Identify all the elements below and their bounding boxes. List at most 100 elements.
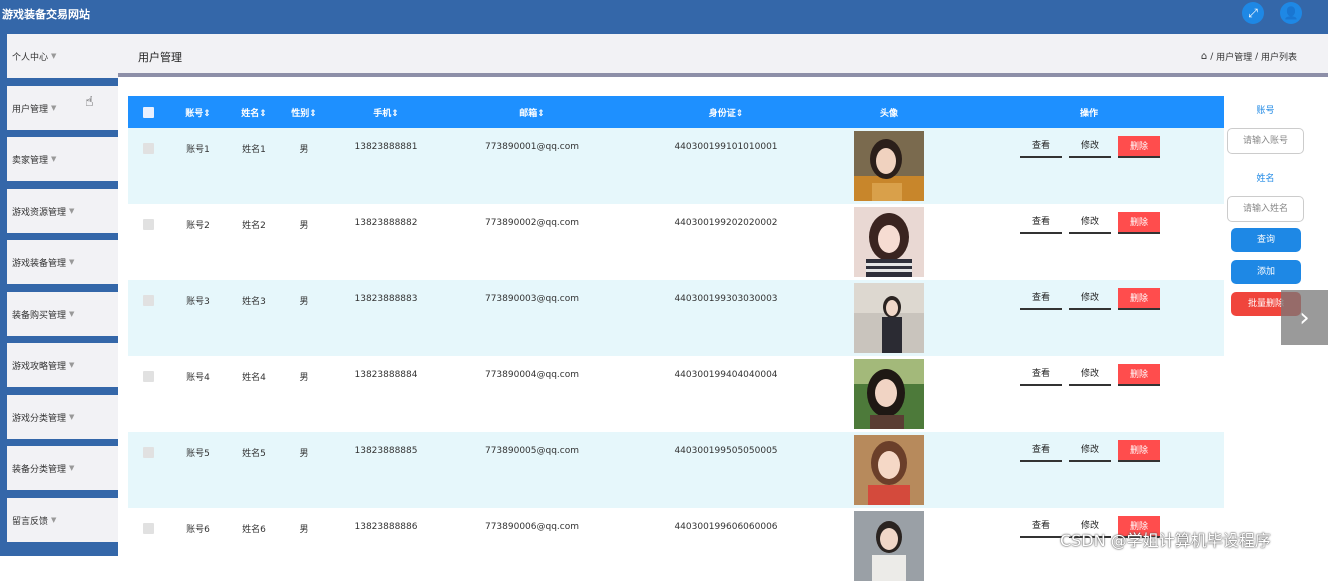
cell-account: 账号4 — [186, 373, 210, 383]
avatar-image — [854, 511, 924, 581]
table-row: 账号2 姓名2 男 13823888882 773890002@qq.com 4… — [128, 204, 1224, 280]
table-row: 账号4 姓名4 男 13823888884 773890004@qq.com 4… — [128, 356, 1224, 432]
caret-down-icon: ▼ — [51, 155, 57, 163]
row-checkbox[interactable] — [143, 523, 154, 534]
cell-phone: 13823888884 — [354, 370, 418, 380]
cell-gender: 男 — [299, 297, 309, 307]
header-divider — [118, 73, 1328, 77]
cell-idcard: 440300199404040004 — [674, 370, 778, 380]
cell-phone: 13823888886 — [354, 522, 418, 532]
sidebar-item-game-category[interactable]: 游戏分类管理 ▼ — [7, 395, 118, 439]
user-icon[interactable]: 👤 — [1280, 2, 1302, 24]
avatar-image — [854, 359, 924, 429]
sidebar-item-label: 游戏装备管理 — [12, 258, 67, 269]
query-button[interactable]: 查询 — [1231, 228, 1301, 252]
cell-email: 773890001@qq.com — [484, 142, 580, 152]
view-button[interactable]: 查看 — [1020, 366, 1062, 386]
delete-button[interactable]: 删除 — [1118, 136, 1160, 158]
cell-name: 姓名2 — [242, 221, 266, 231]
caret-down-icon: ▼ — [51, 516, 57, 524]
sidebar-item-game-equipment[interactable]: 游戏装备管理 ▼ — [7, 240, 118, 284]
cell-email: 773890005@qq.com — [484, 446, 580, 456]
view-button[interactable]: 查看 — [1020, 290, 1062, 310]
breadcrumb-sep: / — [1210, 51, 1214, 62]
breadcrumb-level1[interactable]: 用户管理 — [1216, 50, 1252, 63]
sidebar-item-label: 用户管理 — [12, 104, 49, 115]
sidebar-item-label: 个人中心 — [12, 52, 49, 63]
sidebar-item-equipment-purchase[interactable]: 装备购买管理 ▼ — [7, 292, 118, 336]
view-button[interactable]: 查看 — [1020, 214, 1062, 234]
cell-account: 账号1 — [186, 145, 210, 155]
column-header-phone[interactable]: 手机⇕ — [366, 106, 406, 119]
name-label: 姓名 — [1256, 174, 1275, 184]
table-header: 账号⇕ 姓名⇕ 性别⇕ 手机⇕ 邮箱⇕ 身份证⇕ 头像 操作 — [128, 96, 1224, 128]
row-checkbox[interactable] — [143, 219, 154, 230]
sidebar-item-label: 装备分类管理 — [12, 464, 67, 475]
avatar-image — [854, 435, 924, 505]
edit-button[interactable]: 修改 — [1069, 366, 1111, 386]
breadcrumb: ⌂ / 用户管理 / 用户列表 — [1201, 50, 1297, 63]
delete-button[interactable]: 删除 — [1118, 440, 1160, 462]
chevron-right-icon[interactable]: › — [1281, 290, 1328, 345]
column-header-name[interactable]: 姓名⇕ — [236, 106, 272, 119]
account-label: 账号 — [1256, 106, 1275, 116]
delete-button[interactable]: 删除 — [1118, 364, 1160, 386]
avatar-image — [854, 283, 924, 353]
home-icon[interactable]: ⌂ — [1201, 51, 1207, 62]
sidebar-item-game-resource[interactable]: 游戏资源管理 ▼ — [7, 189, 118, 233]
view-button[interactable]: 查看 — [1020, 518, 1062, 538]
column-header-account[interactable]: 账号⇕ — [180, 106, 216, 119]
add-button[interactable]: 添加 — [1231, 260, 1301, 284]
caret-down-icon: ▼ — [51, 52, 57, 60]
view-button[interactable]: 查看 — [1020, 442, 1062, 462]
column-header-gender[interactable]: 性别⇕ — [286, 106, 322, 119]
sidebar-item-label: 游戏资源管理 — [12, 207, 67, 218]
row-checkbox[interactable] — [143, 143, 154, 154]
cell-gender: 男 — [299, 373, 309, 383]
select-all-checkbox[interactable] — [143, 107, 154, 118]
edit-button[interactable]: 修改 — [1069, 290, 1111, 310]
column-header-idcard[interactable]: 身份证⇕ — [700, 106, 752, 119]
sidebar-item-label: 游戏攻略管理 — [12, 361, 67, 372]
sidebar-item-feedback[interactable]: 留言反馈 ▼ — [7, 498, 118, 542]
edit-button[interactable]: 修改 — [1069, 214, 1111, 234]
row-checkbox[interactable] — [143, 295, 154, 306]
table-row: 账号1 姓名1 男 13823888881 773890001@qq.com 4… — [128, 128, 1224, 204]
top-bar: 游戏装备交易网站 ⤢ 👤 — [0, 0, 1328, 34]
cell-email: 773890002@qq.com — [484, 218, 580, 228]
cell-account: 账号6 — [186, 525, 210, 535]
cell-gender: 男 — [299, 221, 309, 231]
cell-account: 账号2 — [186, 221, 210, 231]
cell-idcard: 440300199101010001 — [674, 142, 778, 152]
edit-button[interactable]: 修改 — [1069, 442, 1111, 462]
name-search-input[interactable]: 请输入姓名 — [1227, 196, 1304, 222]
table-row: 账号5 姓名5 男 13823888885 773890005@qq.com 4… — [128, 432, 1224, 508]
sidebar-item-user-management[interactable]: 用户管理 ▼ — [7, 86, 118, 130]
account-search-input[interactable]: 请输入账号 — [1227, 128, 1304, 154]
cell-gender: 男 — [299, 145, 309, 155]
row-checkbox[interactable] — [143, 447, 154, 458]
sidebar-item-game-guide[interactable]: 游戏攻略管理 ▼ — [7, 343, 118, 387]
sidebar-item-equipment-category[interactable]: 装备分类管理 ▼ — [7, 446, 118, 490]
fullscreen-icon[interactable]: ⤢ — [1242, 2, 1264, 24]
edit-button[interactable]: 修改 — [1069, 138, 1111, 158]
cell-email: 773890006@qq.com — [484, 522, 580, 532]
cell-gender: 男 — [299, 525, 309, 535]
column-header-email[interactable]: 邮箱⇕ — [512, 106, 552, 119]
cell-phone: 13823888885 — [354, 446, 418, 456]
sidebar-item-personal-center[interactable]: 个人中心 ▼ — [7, 34, 118, 78]
cell-idcard: 440300199202020002 — [674, 218, 778, 228]
caret-down-icon: ▼ — [51, 104, 57, 112]
delete-button[interactable]: 删除 — [1118, 212, 1160, 234]
cell-idcard: 440300199303030003 — [674, 294, 778, 304]
avatar-image — [854, 207, 924, 277]
table-row: 账号3 姓名3 男 13823888883 773890003@qq.com 4… — [128, 280, 1224, 356]
breadcrumb-level2: 用户列表 — [1260, 53, 1297, 63]
delete-button[interactable]: 删除 — [1118, 288, 1160, 310]
caret-down-icon: ▼ — [69, 464, 75, 472]
sidebar-item-seller-management[interactable]: 卖家管理 ▼ — [7, 137, 118, 181]
row-checkbox[interactable] — [143, 371, 154, 382]
cell-name: 姓名1 — [242, 145, 266, 155]
hand-cursor-icon: ☝ — [85, 94, 94, 110]
view-button[interactable]: 查看 — [1020, 138, 1062, 158]
